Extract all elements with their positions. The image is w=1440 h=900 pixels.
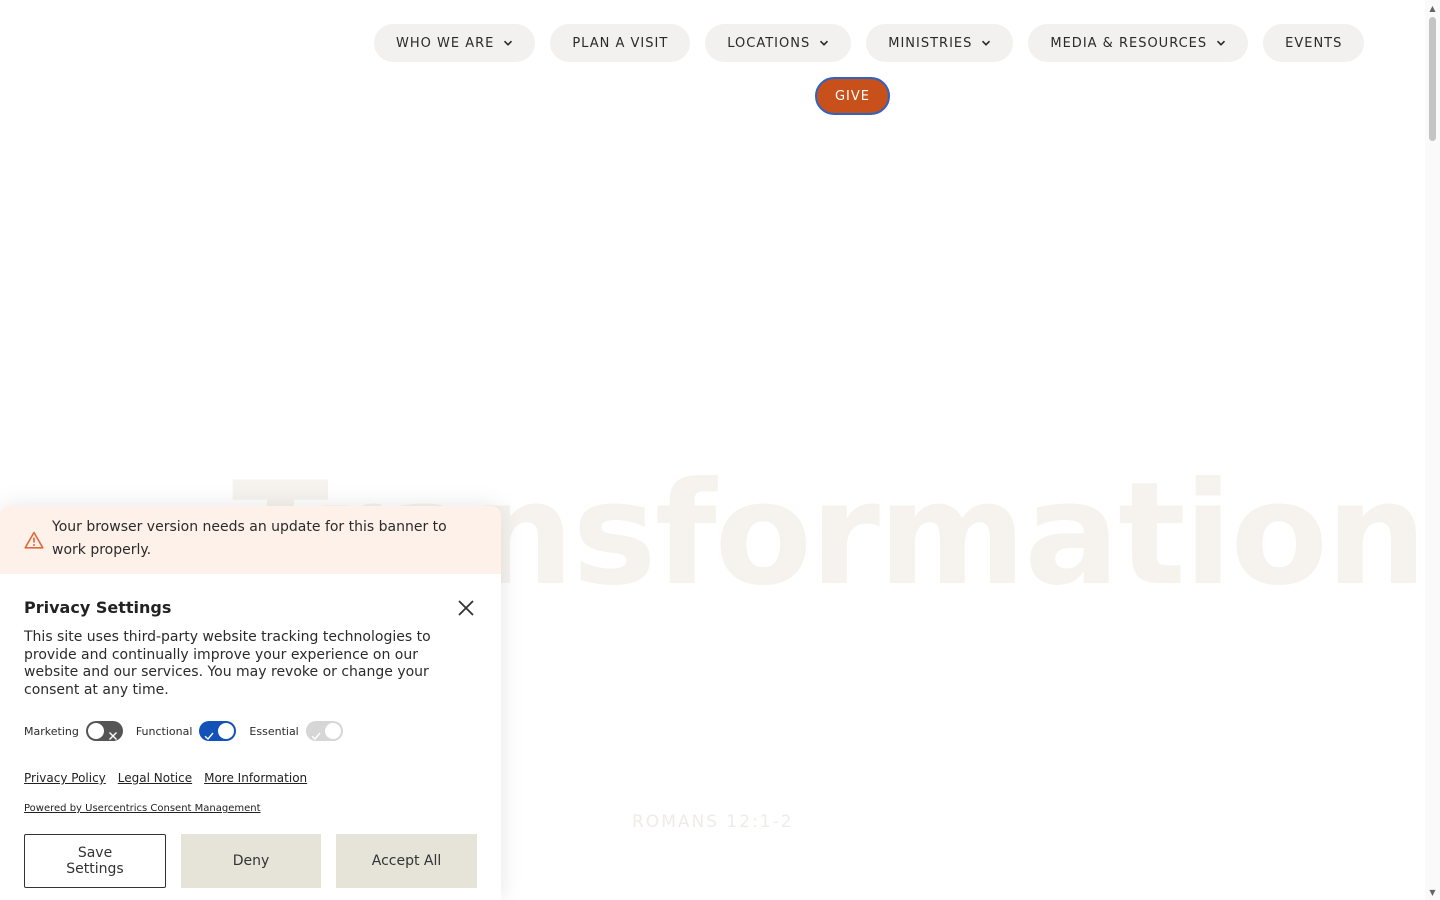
nav-locations[interactable]: LOCATIONS bbox=[705, 24, 852, 62]
save-settings-button[interactable]: Save Settings bbox=[24, 834, 166, 888]
close-icon[interactable] bbox=[457, 599, 475, 617]
x-mark-icon bbox=[108, 726, 118, 740]
nav-label: EVENTS bbox=[1285, 35, 1343, 51]
functional-toggle[interactable] bbox=[199, 721, 237, 741]
warning-triangle-icon bbox=[24, 531, 44, 549]
more-information-link[interactable]: More Information bbox=[204, 771, 307, 785]
legal-notice-link[interactable]: Legal Notice bbox=[118, 771, 192, 785]
privacy-title: Privacy Settings bbox=[24, 598, 172, 617]
toggle-knob bbox=[218, 723, 235, 739]
toggle-knob bbox=[87, 723, 104, 739]
consent-toggles: Marketing Functional Essential bbox=[24, 721, 356, 741]
scripture-reference: ROMANS 12:1-2 bbox=[632, 812, 794, 832]
chevron-down-icon bbox=[1216, 38, 1226, 48]
main-nav: WHO WE ARE PLAN A VISIT LOCATIONS MINIST… bbox=[374, 24, 1365, 62]
privacy-policy-link[interactable]: Privacy Policy bbox=[24, 771, 106, 785]
accept-all-button[interactable]: Accept All bbox=[336, 834, 477, 888]
chevron-down-icon bbox=[503, 38, 513, 48]
deny-button[interactable]: Deny bbox=[181, 834, 321, 888]
scrollbar-thumb[interactable] bbox=[1429, 17, 1436, 141]
functional-toggle-label: Functional bbox=[135, 724, 193, 738]
nav-events[interactable]: EVENTS bbox=[1263, 24, 1365, 62]
privacy-settings-banner: Your browser version needs an update for… bbox=[0, 506, 501, 900]
nav-label: WHO WE ARE bbox=[396, 35, 495, 51]
nav-plan-a-visit[interactable]: PLAN A VISIT bbox=[550, 24, 691, 62]
essential-toggle bbox=[305, 721, 343, 741]
scroll-up-arrow-icon[interactable]: ▲ bbox=[1425, 1, 1440, 15]
chevron-down-icon bbox=[819, 38, 829, 48]
privacy-links: Privacy Policy Legal Notice More Informa… bbox=[24, 771, 307, 785]
essential-toggle-label: Essential bbox=[249, 724, 299, 738]
marketing-toggle-label: Marketing bbox=[24, 724, 79, 738]
chevron-down-icon bbox=[981, 38, 991, 48]
marketing-toggle[interactable] bbox=[85, 721, 123, 741]
nav-label: PLAN A VISIT bbox=[572, 35, 669, 51]
nav-media-resources[interactable]: MEDIA & RESOURCES bbox=[1028, 24, 1249, 62]
browser-warning-text: Your browser version needs an update for… bbox=[52, 519, 447, 558]
give-button[interactable]: GIVE bbox=[815, 77, 890, 115]
nav-label: LOCATIONS bbox=[727, 35, 811, 51]
nav-label: MINISTRIES bbox=[888, 35, 973, 51]
nav-ministries[interactable]: MINISTRIES bbox=[866, 24, 1014, 62]
nav-label: MEDIA & RESOURCES bbox=[1050, 35, 1208, 51]
browser-warning-bar: Your browser version needs an update for… bbox=[0, 506, 501, 574]
scroll-down-arrow-icon[interactable]: ▼ bbox=[1425, 885, 1440, 899]
checkmark-icon bbox=[204, 726, 214, 741]
checkmark-icon bbox=[311, 726, 321, 741]
page-scrollbar[interactable]: ▲ ▼ bbox=[1425, 0, 1440, 900]
powered-by-link[interactable]: Powered by Usercentrics Consent Manageme… bbox=[24, 803, 261, 814]
toggle-knob bbox=[324, 723, 341, 739]
nav-who-we-are[interactable]: WHO WE ARE bbox=[374, 24, 536, 62]
privacy-description: This site uses third-party website track… bbox=[24, 629, 431, 698]
